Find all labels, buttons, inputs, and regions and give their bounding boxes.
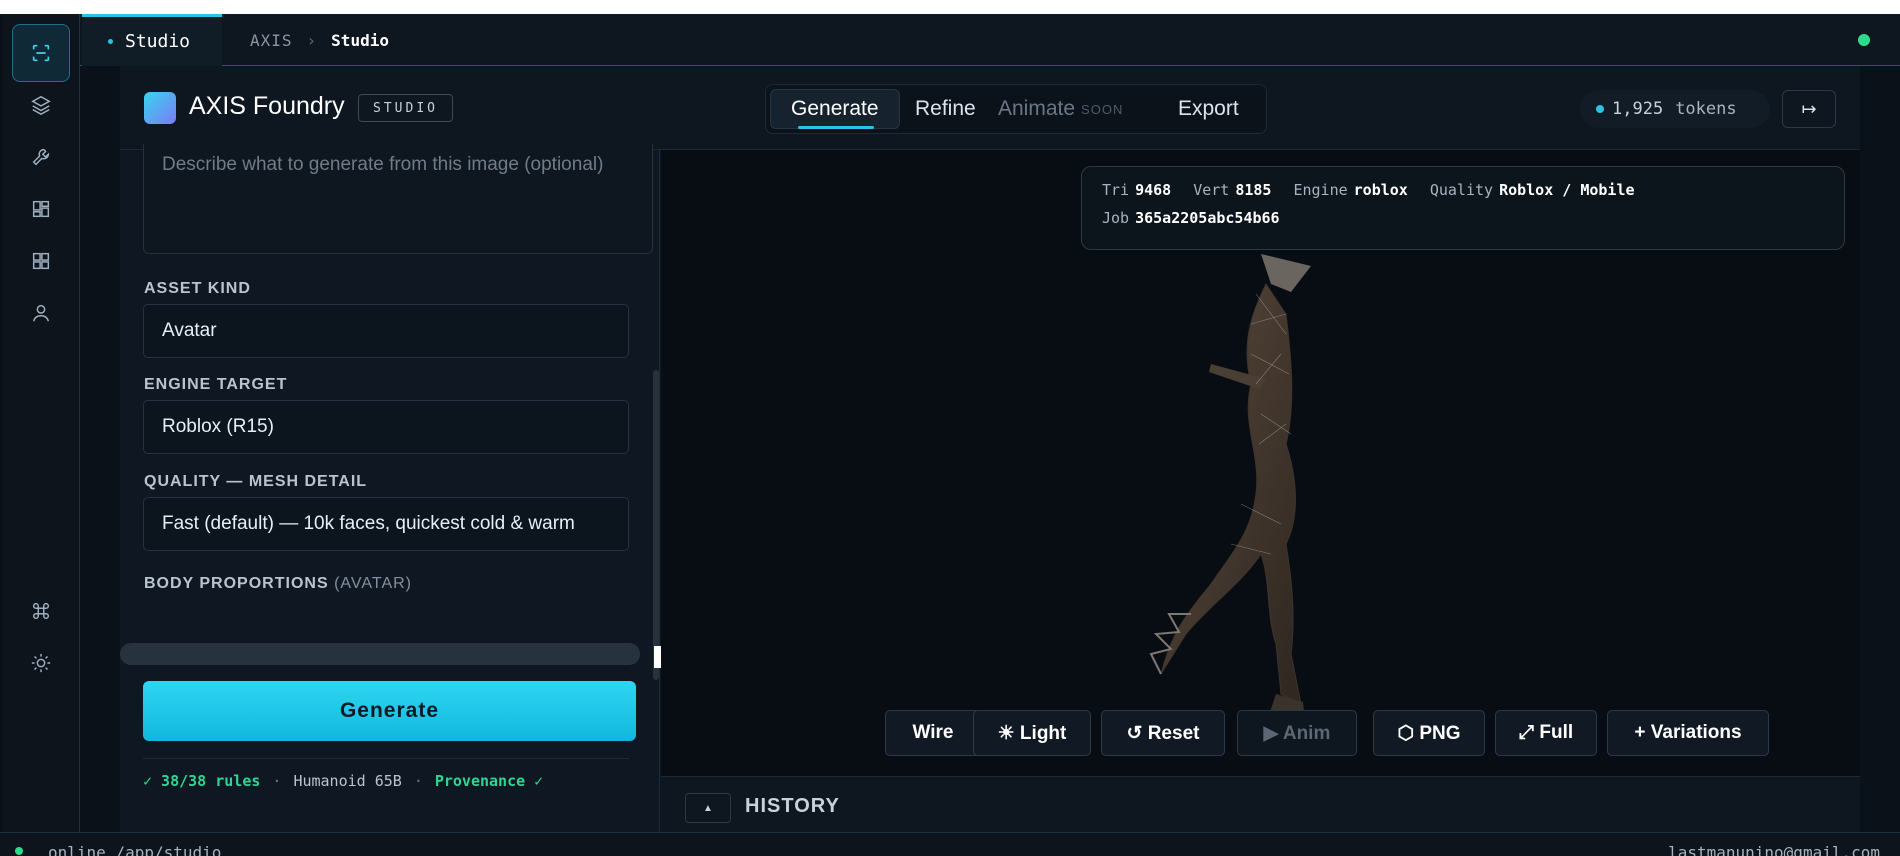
online-dot: [15, 847, 23, 855]
asset-kind-select[interactable]: Avatar: [143, 304, 629, 358]
mode-generate-tab[interactable]: Generate: [770, 89, 900, 129]
light-button[interactable]: ☀ Light: [973, 710, 1091, 756]
top-tab-bar: Studio AXIS › Studio: [80, 14, 1900, 66]
rail-wrench-icon[interactable]: [12, 128, 70, 186]
quality-stat-value: Roblox / Mobile: [1499, 181, 1635, 199]
brand-title: AXIS Foundry: [189, 92, 345, 120]
mode-generate-label: Generate: [791, 97, 879, 120]
rules-status: ✓ 38/38 rules · Humanoid 65B · Provenanc…: [143, 758, 629, 802]
active-underline: [798, 126, 874, 129]
studio-frame: AXIS Foundry STUDIO Generate Refine Anim…: [120, 66, 1860, 832]
studio-badge: STUDIO: [358, 94, 453, 122]
studio-header: AXIS Foundry STUDIO Generate Refine Anim…: [120, 66, 1860, 150]
engine-target-select[interactable]: Roblox (R15): [143, 400, 629, 454]
job-stat: Job 365a2205abc54b66: [1102, 209, 1280, 227]
mode-switcher: Generate Refine Animate SOON Export: [765, 84, 1267, 134]
mode-export-label: Export: [1178, 97, 1239, 120]
rail-grid-icon[interactable]: [12, 232, 70, 290]
provenance-status: Provenance ✓: [434, 771, 544, 790]
history-label: HISTORY: [745, 795, 840, 817]
reset-button[interactable]: ↺ Reset: [1101, 710, 1225, 756]
connection-status-dot: [1858, 34, 1870, 46]
token-count: 1,925: [1612, 99, 1664, 119]
history-bar: ▲ HISTORY: [661, 776, 1860, 832]
asset-kind-value: Avatar: [162, 320, 217, 341]
generate-settings-panel: Describe what to generate from this imag…: [120, 144, 661, 832]
soon-tag: SOON: [1081, 101, 1124, 117]
mode-export-tab[interactable]: Export: [1178, 89, 1239, 129]
status-footer: online /app/studio lastmanunino@gmail.co…: [0, 832, 1900, 856]
generated-creature-model: [1149, 254, 1311, 729]
token-unit: tokens: [1675, 99, 1737, 119]
model-viewport[interactable]: Tri 9468 Vert 8185 Engine roblox Quality Rob…: [661, 150, 1860, 776]
body-proportions-label: BODY PROPORTIONS (AVATAR): [144, 575, 412, 593]
png-button[interactable]: ⬡ PNG: [1373, 710, 1485, 756]
footer-user-email[interactable]: lastmanunino@gmail.com: [1668, 843, 1880, 856]
rail-dashboard-icon[interactable]: [12, 180, 70, 238]
tri-value: 9468: [1135, 181, 1172, 199]
scrollbar-corner: [654, 646, 661, 668]
tri-label: Tri: [1102, 181, 1130, 199]
engine-target-value: Roblox (R15): [162, 416, 274, 437]
quality-value: Fast (default) — 10k faces, quickest col…: [162, 513, 575, 534]
rules-separator: ·: [413, 771, 423, 790]
tab-active-dot: [108, 39, 113, 44]
tri-stat: Tri 9468: [1102, 181, 1171, 199]
studio-app: Studio AXIS › Studio AXIS Foundry STUDIO…: [0, 14, 1900, 856]
horizontal-scrollbar[interactable]: [120, 643, 640, 665]
vert-stat: Vert 8185: [1193, 181, 1271, 199]
expand-icon[interactable]: ↦: [1782, 90, 1836, 128]
quality-stat: Quality Roblox / Mobile: [1430, 181, 1635, 199]
mesh-info-card: Tri 9468 Vert 8185 Engine roblox Quality Rob…: [1081, 166, 1845, 250]
quality-select[interactable]: Fast (default) — 10k faces, quickest col…: [143, 497, 629, 551]
footer-route: online /app/studio: [48, 843, 222, 856]
token-balance: 1,925 tokens: [1580, 90, 1770, 128]
quality-label: QUALITY — MESH DETAIL: [144, 473, 368, 490]
breadcrumb: AXIS › Studio: [250, 14, 389, 66]
rail-layers-icon[interactable]: [12, 76, 70, 134]
engine-target-label: ENGINE TARGET: [144, 376, 288, 393]
variations-button[interactable]: + Variations: [1607, 710, 1769, 756]
quality-stat-label: Quality: [1429, 181, 1494, 199]
generate-button[interactable]: Generate: [143, 681, 636, 741]
engine-label: Engine: [1293, 181, 1348, 199]
mode-animate-label: Animate: [998, 97, 1076, 120]
tab-studio-label: Studio: [125, 31, 191, 52]
rules-model: Humanoid 65B: [293, 771, 402, 790]
mode-refine-label: Refine: [915, 97, 976, 120]
asset-kind-label: ASSET KIND: [144, 280, 251, 297]
rail-theme-sun-icon[interactable]: [12, 634, 70, 692]
job-label: Job: [1102, 209, 1130, 227]
anim-button: ▶ Anim: [1237, 710, 1357, 756]
icon-rail: [2, 14, 80, 832]
rules-passed: ✓ 38/38 rules: [143, 771, 261, 790]
rail-studio-scan-icon[interactable]: [12, 24, 70, 82]
breadcrumb-root[interactable]: AXIS: [250, 31, 293, 50]
body-proportions-sub: (AVATAR): [334, 575, 412, 592]
rail-user-icon[interactable]: [12, 284, 70, 342]
tab-studio[interactable]: Studio: [82, 14, 222, 66]
breadcrumb-current: Studio: [331, 30, 389, 50]
rules-separator: ·: [272, 771, 282, 790]
engine-value: roblox: [1353, 181, 1408, 199]
token-dot: [1596, 105, 1604, 113]
job-value: 365a2205abc54b66: [1135, 209, 1280, 227]
vert-value: 8185: [1235, 181, 1272, 199]
body-proportions-title: BODY PROPORTIONS: [144, 575, 329, 592]
brand-logo: [144, 92, 176, 124]
rail-command-icon[interactable]: [12, 582, 70, 640]
fullscreen-button[interactable]: ⤢ Full: [1495, 710, 1597, 756]
vertical-scrollbar[interactable]: [653, 370, 659, 680]
engine-stat: Engine roblox: [1293, 181, 1407, 199]
mode-animate-tab: Animate SOON: [998, 89, 1123, 129]
mode-refine-tab[interactable]: Refine: [915, 89, 976, 129]
history-toggle-icon[interactable]: ▲: [685, 793, 731, 823]
prompt-textarea[interactable]: Describe what to generate from this imag…: [143, 144, 653, 254]
breadcrumb-separator: ›: [306, 30, 318, 50]
vert-label: Vert: [1193, 181, 1230, 199]
wire-button[interactable]: Wire: [885, 710, 981, 756]
